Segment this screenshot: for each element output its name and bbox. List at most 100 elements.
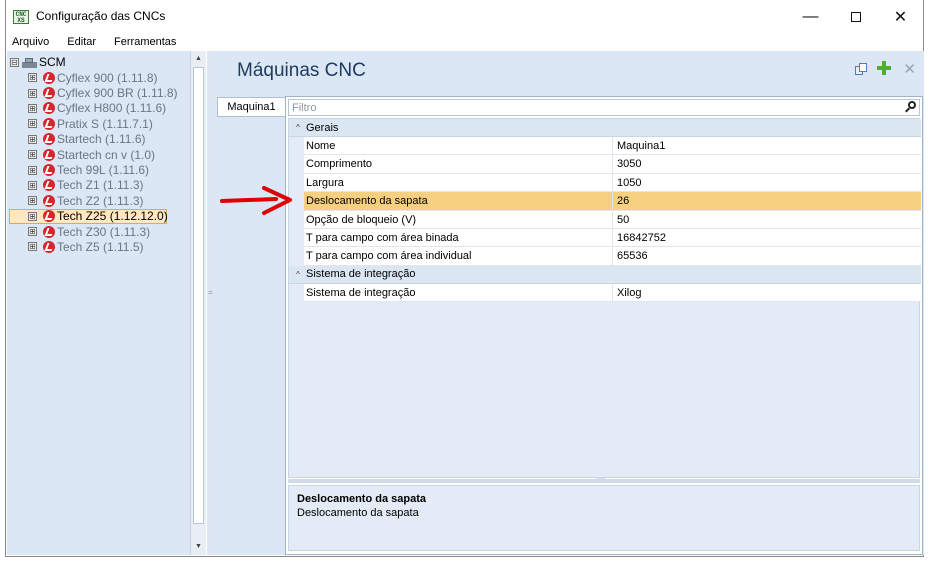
property-row[interactable]: T para campo com área individual 65536 xyxy=(304,247,921,266)
expand-icon[interactable]: ⊞ xyxy=(28,103,37,113)
tree-item-label: Startech (1.11.6) xyxy=(57,132,146,147)
tree-item-label: Tech Z5 (1.11.5) xyxy=(57,239,144,254)
expand-icon[interactable]: ⊞ xyxy=(28,134,37,144)
expand-icon[interactable]: ⊞ xyxy=(28,150,37,160)
property-row[interactable]: Sistema de integração Xilog xyxy=(304,283,921,303)
property-value[interactable]: 65536 xyxy=(613,247,921,264)
tab-maquina1[interactable]: Maquina1 xyxy=(217,97,285,117)
cnc-machine-icon xyxy=(43,148,55,161)
tree-item[interactable]: ⊞ Startech (1.11.6) xyxy=(7,132,191,147)
title-bar[interactable]: CNC XS Configuração das CNCs — ✕ xyxy=(6,0,923,33)
tree-item[interactable]: ⊞ Tech Z30 (1.11.3) xyxy=(7,224,191,239)
red-arrow-icon xyxy=(220,186,292,215)
expand-icon[interactable]: ⊞ xyxy=(28,73,37,83)
description-text: Deslocamento da sapata xyxy=(297,507,419,519)
tree-list: ⊞ Cyflex 900 (1.11.8) ⊞ Cyflex 900 BR (1.11… xyxy=(7,70,191,255)
menu-editar[interactable]: Editar xyxy=(65,36,98,48)
pane-splitter[interactable]: = xyxy=(207,51,214,555)
cnc-machine-icon xyxy=(43,71,55,84)
cnc-machine-icon xyxy=(43,179,55,192)
app-window: CNC XS Configuração das CNCs — ✕ Arquivo… xyxy=(5,0,924,557)
factory-icon xyxy=(22,57,37,68)
tree-item-label: Tech Z1 (1.11.3) xyxy=(57,178,144,193)
expand-icon[interactable]: ⊞ xyxy=(28,242,37,252)
tree-root[interactable]: ⊟ SCM xyxy=(10,55,66,69)
description-splitter[interactable]: ..... xyxy=(288,474,920,483)
category-row[interactable]: ^ Gerais xyxy=(289,119,921,137)
search-icon[interactable] xyxy=(904,101,917,114)
description-panel: Deslocamento da sapata Deslocamento da s… xyxy=(288,485,920,551)
property-row[interactable]: Comprimento 3050 xyxy=(304,155,921,174)
remove-icon[interactable]: ✕ xyxy=(903,60,916,78)
expand-icon[interactable]: ⊞ xyxy=(28,88,37,98)
machine-tree: ⊟ SCM ⊞ Cyflex 900 (1.11.8) ⊞ Cyflex 900 BR… xyxy=(7,51,191,555)
property-value[interactable]: Xilog xyxy=(613,284,921,301)
property-row[interactable]: T para campo com área binada 16842752 xyxy=(304,228,921,248)
property-value[interactable]: 3050 xyxy=(613,155,921,172)
cnc-machine-icon xyxy=(43,133,55,146)
property-row[interactable]: Opção de bloqueio (V) 50 xyxy=(304,210,921,229)
tree-item-label: Cyflex 900 (1.11.8) xyxy=(57,70,158,85)
expand-icon[interactable]: ⊞ xyxy=(28,196,37,206)
property-row[interactable]: Largura 1050 xyxy=(304,173,921,193)
property-name: T para campo com área individual xyxy=(304,247,613,265)
category-row[interactable]: ^ Sistema de integração xyxy=(289,265,921,284)
add-icon[interactable] xyxy=(877,61,891,75)
expand-icon[interactable]: ⊞ xyxy=(28,180,37,190)
tree-item-label: Tech Z30 (1.11.3) xyxy=(57,224,151,239)
window-title: Configuração das CNCs xyxy=(36,9,166,23)
tree-item-label: Tech Z2 (1.11.3) xyxy=(57,193,144,208)
tree-root-label: SCM xyxy=(39,55,66,69)
property-value[interactable]: 1050 xyxy=(613,174,921,191)
collapse-icon[interactable]: ^ xyxy=(291,123,305,132)
tree-item[interactable]: ⊞ Cyflex 900 BR (1.11.8) xyxy=(7,85,191,100)
tree-item[interactable]: ⊞ Tech Z5 (1.11.5) xyxy=(7,239,191,254)
property-value[interactable]: 50 xyxy=(613,211,921,228)
property-value[interactable]: 26 xyxy=(613,192,921,209)
property-name: Nome xyxy=(304,137,613,155)
cnc-machine-icon xyxy=(43,164,55,177)
copy-icon[interactable] xyxy=(855,63,868,76)
expand-icon[interactable]: ⊞ xyxy=(28,211,37,221)
scroll-up-icon[interactable]: ▲ xyxy=(191,52,206,66)
property-value[interactable]: Maquina1 xyxy=(613,137,921,154)
filter-placeholder[interactable]: Filtro xyxy=(292,102,316,114)
tree-item[interactable]: ⊞ Tech 99L (1.11.6) xyxy=(7,162,191,177)
cnc-machine-icon xyxy=(43,117,55,130)
property-row[interactable]: Nome Maquina1 xyxy=(304,137,921,156)
tree-item-label: Cyflex H800 (1.11.6) xyxy=(57,101,167,116)
property-row[interactable]: Deslocamento da sapata 26 xyxy=(304,192,921,211)
property-name: Largura xyxy=(304,173,613,192)
grip-icon: ..... xyxy=(596,474,606,481)
tree-item-label: Tech Z25 (1.12.12.0) xyxy=(57,209,168,224)
tree-item[interactable]: ⊞ Tech Z25 (1.12.12.0) xyxy=(9,208,168,224)
menu-arquivo[interactable]: Arquivo xyxy=(10,36,51,48)
app-icon-text-bottom: XS xyxy=(17,17,25,24)
tree-item[interactable]: ⊞ Tech Z1 (1.11.3) xyxy=(7,178,191,193)
tree-item[interactable]: ⊞ Cyflex 900 (1.11.8) xyxy=(7,70,191,85)
tree-item-label: Pratix S (1.11.7.1) xyxy=(57,116,153,131)
scroll-thumb[interactable] xyxy=(193,67,204,524)
expand-icon[interactable]: ⊞ xyxy=(28,119,37,129)
tree-item[interactable]: ⊞ Cyflex H800 (1.11.6) xyxy=(7,101,191,116)
tree-item-label: Cyflex 900 BR (1.11.8) xyxy=(57,86,178,101)
menu-ferramentas[interactable]: Ferramentas xyxy=(112,36,178,48)
expand-icon[interactable]: ⊞ xyxy=(28,227,37,237)
minimize-button[interactable]: — xyxy=(788,0,833,33)
maximize-button[interactable] xyxy=(833,0,878,33)
tree-item[interactable]: ⊞ Startech cn v (1.0) xyxy=(7,147,191,162)
tree-item[interactable]: ⊞ Pratix S (1.11.7.1) xyxy=(7,116,191,131)
grip-icon: = xyxy=(208,288,213,297)
tree-item[interactable]: ⊞ Tech Z2 (1.11.3) xyxy=(7,193,191,208)
property-value[interactable]: 16842752 xyxy=(613,229,921,246)
property-rows: ^ Gerais Nome Maquina1 Comprimento 3050 Largur… xyxy=(289,119,921,303)
scroll-down-icon[interactable]: ▼ xyxy=(191,540,206,554)
collapse-icon[interactable]: ^ xyxy=(291,270,305,279)
filter-field[interactable]: Filtro xyxy=(288,99,920,116)
close-button[interactable]: ✕ xyxy=(878,0,923,33)
expand-icon[interactable]: ⊞ xyxy=(28,165,37,175)
page-title: Máquinas CNC xyxy=(237,60,366,81)
tree-scrollbar[interactable]: ▲ ▼ xyxy=(190,51,206,555)
main-panel: Máquinas CNC ✕ Maquina1 Filtro ^ Gerais No… xyxy=(214,51,924,555)
collapse-icon[interactable]: ⊟ xyxy=(10,57,19,67)
